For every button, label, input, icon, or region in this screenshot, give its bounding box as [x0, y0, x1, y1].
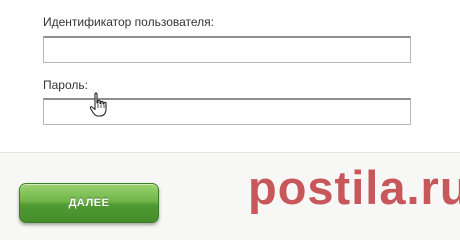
login-form: Идентификатор пользователя: Пароль:: [0, 0, 460, 153]
continue-button[interactable]: ДАЛЕЕ: [19, 183, 159, 223]
user-id-input[interactable]: [43, 36, 411, 63]
password-label: Пароль:: [43, 78, 88, 92]
hand-pointer-icon: [89, 92, 107, 117]
user-id-label: Идентификатор пользователя:: [43, 15, 214, 29]
watermark: postila.ru: [248, 161, 460, 214]
